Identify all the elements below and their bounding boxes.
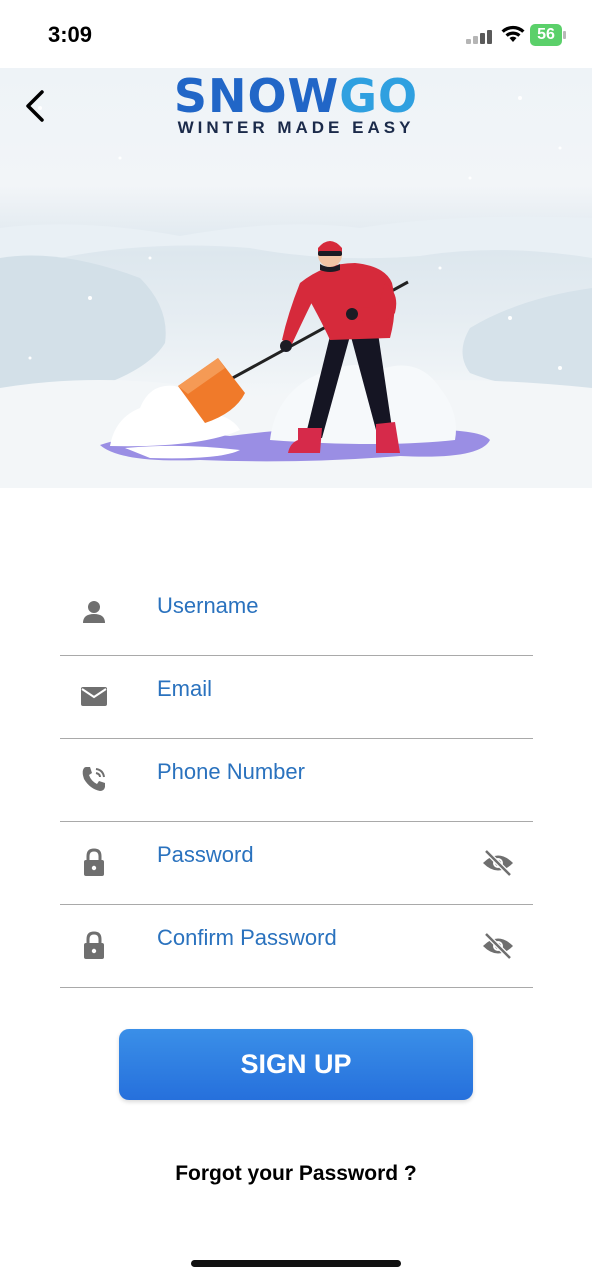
phone-number-placeholder: Phone Number (157, 759, 305, 784)
forgot-password-link[interactable]: Forgot your Password ? (0, 1162, 592, 1186)
confirm-password-placeholder: Confirm Password (157, 925, 337, 950)
username-field[interactable]: Username (60, 573, 533, 656)
lock-icon (84, 931, 104, 959)
home-indicator[interactable] (191, 1260, 401, 1267)
password-placeholder: Password (157, 842, 254, 867)
logo-snow: SNOW (173, 69, 340, 123)
confirm-password-field[interactable]: Confirm Password (60, 905, 533, 988)
sign-up-button[interactable]: SIGN UP (119, 1029, 473, 1100)
status-bar: 3:09 56 (0, 0, 592, 68)
logo-wordmark: SNOWGO (0, 68, 592, 124)
mail-icon (81, 687, 107, 706)
app-logo: SNOWGO WINTER MADE EASY (0, 68, 592, 138)
phone-number-field[interactable]: Phone Number (60, 739, 533, 822)
eye-off-icon[interactable] (481, 848, 515, 878)
status-time: 3:09 (48, 22, 93, 47)
logo-go: GO (339, 69, 419, 123)
email-field[interactable]: Email (60, 656, 533, 739)
wifi-icon (501, 25, 525, 42)
phone-icon (82, 767, 105, 791)
person-icon (83, 601, 105, 623)
battery-level: 56 (537, 26, 555, 43)
signal-icon (466, 30, 494, 44)
username-placeholder: Username (157, 593, 259, 618)
battery-icon: 56 (530, 24, 566, 46)
email-placeholder: Email (157, 676, 213, 701)
logo-tagline: WINTER MADE EASY (177, 118, 415, 137)
password-field[interactable]: Password (60, 822, 533, 905)
lock-icon (84, 848, 104, 876)
eye-off-icon[interactable] (481, 931, 515, 961)
